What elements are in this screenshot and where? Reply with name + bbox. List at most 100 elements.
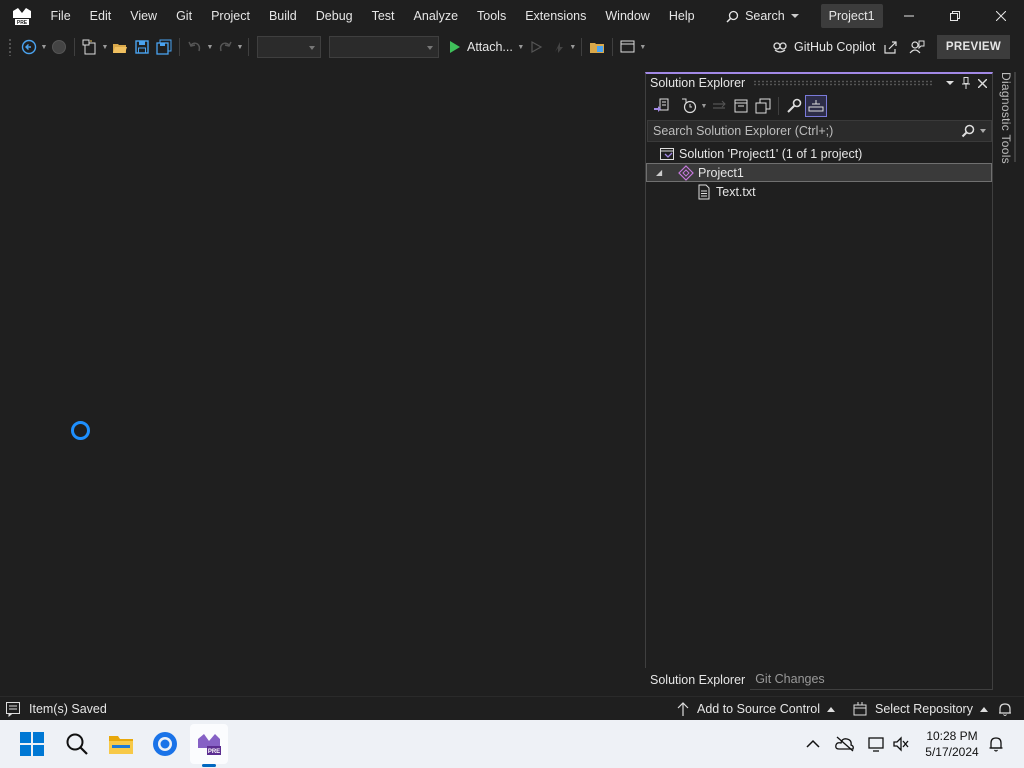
panel-grip	[753, 80, 934, 86]
notifications-button[interactable]	[997, 697, 1013, 721]
search-button[interactable]: Search	[718, 5, 807, 27]
system-clock[interactable]: 10:28 PM 5/17/2024	[922, 728, 982, 760]
menu-help[interactable]: Help	[659, 0, 704, 32]
visual-studio-taskbar-button[interactable]: PRE	[193, 728, 225, 760]
menu-extensions[interactable]: Extensions	[516, 0, 596, 32]
chrome-taskbar-button[interactable]	[149, 728, 181, 760]
display-tray-button[interactable]	[867, 734, 887, 754]
solution-explorer-titlebar[interactable]: Solution Explorer	[646, 74, 992, 92]
attach-dropdown[interactable]: ▼	[517, 36, 525, 58]
menu-analyze[interactable]: Analyze	[404, 0, 467, 32]
window-position-button[interactable]	[942, 75, 958, 91]
visual-studio-logo-icon[interactable]: PRE	[11, 5, 33, 27]
svg-text:PRE: PRE	[17, 20, 28, 26]
main-menu: File Edit View Git Project Build Debug T…	[41, 0, 704, 32]
sync-with-active-document-button[interactable]	[708, 95, 730, 117]
close-panel-button[interactable]	[974, 75, 990, 91]
navigate-forward-button[interactable]	[48, 36, 70, 58]
side-tab-bar	[1014, 72, 1016, 162]
solution-explorer-panel: Solution Explorer ▼ Search Solution Expl…	[645, 72, 993, 690]
editor-area[interactable]	[0, 62, 644, 696]
hot-reload-dropdown[interactable]: ▼	[569, 36, 577, 58]
expanded-triangle-icon[interactable]: ◢	[656, 168, 662, 177]
open-folder-in-explorer-button[interactable]	[586, 36, 608, 58]
solution-platforms-combo[interactable]	[329, 36, 439, 58]
menu-git[interactable]: Git	[167, 0, 202, 32]
menu-file[interactable]: File	[41, 0, 80, 32]
solution-explorer-toolbar: ▼	[646, 92, 992, 120]
pending-changes-dropdown[interactable]: ▼	[700, 95, 708, 117]
attach-button[interactable]: Attach...	[449, 40, 513, 54]
pin-button[interactable]	[958, 75, 974, 91]
clock-date: 5/17/2024	[925, 745, 979, 759]
menu-project[interactable]: Project	[202, 0, 260, 32]
navigate-back-dropdown[interactable]: ▼	[40, 36, 48, 58]
open-file-button[interactable]	[109, 36, 131, 58]
select-repository-button[interactable]: Select Repository	[852, 697, 988, 721]
live-share-button[interactable]	[880, 36, 902, 58]
menu-test[interactable]: Test	[362, 0, 404, 32]
tab-git-changes[interactable]: Git Changes	[750, 668, 829, 690]
switch-views-button[interactable]	[650, 95, 672, 117]
arrow-up-icon	[677, 702, 689, 716]
tree-item-project[interactable]: ◢ Project1	[646, 163, 992, 182]
preview-button[interactable]: PREVIEW	[937, 35, 1010, 59]
project-icon	[678, 164, 694, 181]
close-button[interactable]	[978, 0, 1024, 32]
toolbar-grip[interactable]	[8, 38, 12, 56]
minimize-button[interactable]	[886, 0, 932, 32]
hot-reload-button[interactable]	[547, 36, 569, 58]
save-all-button[interactable]	[153, 36, 175, 58]
browse-button[interactable]	[617, 36, 639, 58]
restore-button[interactable]	[932, 0, 978, 32]
new-project-button[interactable]	[79, 36, 101, 58]
copilot-icon	[773, 42, 787, 53]
undo-button[interactable]	[184, 36, 206, 58]
redo-dropdown[interactable]: ▼	[236, 36, 244, 58]
tab-solution-explorer[interactable]: Solution Explorer	[645, 668, 751, 690]
menu-build[interactable]: Build	[259, 0, 306, 32]
collapse-all-button[interactable]	[730, 95, 752, 117]
output-window-icon[interactable]	[5, 701, 21, 717]
toolbar-separator	[611, 38, 613, 56]
pending-changes-filter-button[interactable]	[678, 95, 700, 117]
preview-selected-items-button[interactable]	[805, 95, 827, 117]
diagnostic-tools-side-tab[interactable]: Diagnostic Tools	[999, 72, 1015, 164]
menu-edit[interactable]: Edit	[80, 0, 121, 32]
show-hidden-icons-button[interactable]	[803, 734, 823, 754]
search-options-dropdown[interactable]	[980, 129, 986, 133]
tree-item-solution[interactable]: Solution 'Project1' (1 of 1 project)	[646, 144, 992, 163]
menu-window[interactable]: Window	[596, 0, 659, 32]
folder-icon	[589, 43, 604, 53]
solution-explorer-tabs: Solution Explorer Git Changes	[645, 668, 830, 690]
new-project-dropdown[interactable]: ▼	[101, 36, 109, 58]
solution-explorer-search-box[interactable]	[647, 120, 992, 142]
properties-button[interactable]	[783, 95, 805, 117]
undo-dropdown[interactable]: ▼	[206, 36, 214, 58]
tree-item-file[interactable]: Text.txt	[646, 182, 992, 201]
notification-center-button[interactable]	[986, 734, 1006, 754]
file-explorer-taskbar-button[interactable]	[105, 728, 137, 760]
project-name-badge[interactable]: Project1	[820, 4, 883, 28]
redo-button[interactable]	[214, 36, 236, 58]
taskbar-search-button[interactable]	[61, 728, 93, 760]
pin-icon	[962, 77, 970, 89]
solution-configurations-combo[interactable]	[257, 36, 321, 58]
github-copilot-button[interactable]: GitHub Copilot	[772, 32, 875, 62]
volume-tray-button[interactable]	[891, 734, 911, 754]
search-icon[interactable]	[961, 124, 975, 138]
solution-explorer-title: Solution Explorer	[650, 76, 746, 90]
save-button[interactable]	[131, 36, 153, 58]
show-all-files-button[interactable]	[752, 95, 774, 117]
menu-debug[interactable]: Debug	[306, 0, 362, 32]
menu-tools[interactable]: Tools	[468, 0, 516, 32]
solution-explorer-search-input[interactable]	[653, 124, 953, 138]
start-button[interactable]	[16, 728, 48, 760]
onedrive-tray-button[interactable]	[835, 734, 855, 754]
toolbar-options-dropdown[interactable]: ▼	[639, 36, 647, 58]
feedback-button[interactable]	[906, 36, 928, 58]
start-without-debugging-button[interactable]	[525, 36, 547, 58]
add-to-source-control-button[interactable]: Add to Source Control	[676, 697, 835, 721]
navigate-back-button[interactable]	[18, 36, 40, 58]
menu-view[interactable]: View	[121, 0, 167, 32]
